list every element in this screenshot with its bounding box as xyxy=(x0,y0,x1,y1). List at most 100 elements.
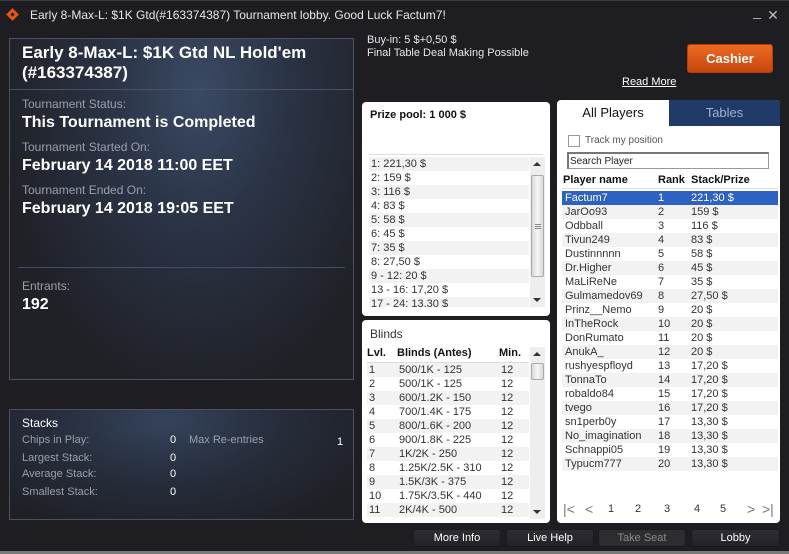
prize-scrollbar[interactable] xyxy=(530,157,545,307)
stack-prize-header[interactable]: Stack/Prize xyxy=(691,174,750,186)
scroll-down-icon[interactable] xyxy=(533,510,541,514)
player-row[interactable]: tvego 16 17,20 $ xyxy=(562,401,778,415)
player-prize: 116 $ xyxy=(691,220,718,232)
blind-blinds: 700/1.4K - 175 xyxy=(399,406,472,418)
player-row[interactable]: Tivun249 4 83 $ xyxy=(562,233,778,247)
blind-minutes: 12 xyxy=(501,392,514,404)
track-position-checkbox[interactable] xyxy=(568,135,580,147)
blind-blinds: 1.25K/2.5K - 310 xyxy=(399,462,482,474)
next-page-button[interactable]: > xyxy=(747,501,755,517)
player-row[interactable]: Schnappi05 19 13,30 $ xyxy=(562,443,778,457)
player-row[interactable]: InTheRock 10 20 $ xyxy=(562,317,778,331)
more-info-button[interactable]: More Info xyxy=(413,529,501,547)
stacks-panel: Stacks Chips in Play: 0 Largest Stack: 0… xyxy=(9,409,354,520)
player-row[interactable]: No_imagination 18 13,30 $ xyxy=(562,429,778,443)
tab-all-players[interactable]: All Players xyxy=(557,100,669,126)
blind-minutes: 12 xyxy=(501,462,514,474)
player-rank: 17 xyxy=(658,416,671,428)
prev-page-button[interactable]: < xyxy=(585,501,593,517)
live-help-button[interactable]: Live Help xyxy=(506,529,594,547)
started-value: February 14 2018 11:00 EET xyxy=(22,157,233,174)
cashier-button[interactable]: Cashier xyxy=(687,44,773,73)
player-row[interactable]: Dr.Higher 6 45 $ xyxy=(562,261,778,275)
player-row[interactable]: robaldo84 15 17,20 $ xyxy=(562,387,778,401)
scroll-thumb[interactable] xyxy=(531,175,544,277)
blind-minutes: 12 xyxy=(501,434,514,446)
search-player-input[interactable] xyxy=(567,152,769,169)
player-row[interactable]: rushyespfloyd 13 17,20 $ xyxy=(562,359,778,373)
blind-level-row: 11 2K/4K - 500 12 xyxy=(367,503,529,517)
last-page-button[interactable]: >| xyxy=(762,501,774,517)
tournament-name: Early 8-Max-L: $1K Gtd NL Hold'em (#1633… xyxy=(10,39,353,90)
divider xyxy=(18,267,345,268)
player-row[interactable]: Dustinnnnn 5 58 $ xyxy=(562,247,778,261)
scroll-up-icon[interactable] xyxy=(533,352,541,356)
deal-text: Final Table Deal Making Possible xyxy=(367,47,529,59)
page-1-button[interactable]: 1 xyxy=(608,503,614,515)
page-4-button[interactable]: 4 xyxy=(694,503,700,515)
player-prize: 17,20 $ xyxy=(691,402,728,414)
player-row[interactable]: MaLiReNe 7 35 $ xyxy=(562,275,778,289)
blind-level-row: 9 1.5K/3K - 375 12 xyxy=(367,475,529,489)
read-more-link[interactable]: Read More xyxy=(622,76,676,88)
tab-tables[interactable]: Tables xyxy=(669,100,780,126)
player-prize: 17,20 $ xyxy=(691,388,728,400)
player-name: Typucm777 xyxy=(565,458,622,470)
scroll-down-icon[interactable] xyxy=(533,298,541,302)
blind-blinds: 2K/4K - 500 xyxy=(399,504,458,516)
first-page-button[interactable]: |< xyxy=(563,501,575,517)
blinds-header[interactable]: Blinds (Antes) xyxy=(397,347,472,359)
player-name-header[interactable]: Player name xyxy=(563,174,628,186)
blind-minutes: 12 xyxy=(501,364,514,376)
player-row[interactable]: Odbball 3 116 $ xyxy=(562,219,778,233)
minutes-header[interactable]: Min. xyxy=(499,347,521,359)
lobby-button[interactable]: Lobby xyxy=(691,529,780,547)
prize-item: 6: 45 $ xyxy=(371,228,405,240)
prize-item: 5: 58 $ xyxy=(369,213,529,227)
track-position-label: Track my position xyxy=(585,135,663,146)
player-name: InTheRock xyxy=(565,318,619,330)
player-rank: 18 xyxy=(658,430,671,442)
blind-minutes: 12 xyxy=(501,448,514,460)
close-button[interactable]: ✕ xyxy=(765,7,781,24)
player-prize: 20 $ xyxy=(691,332,713,344)
minimize-button[interactable]: _ xyxy=(749,3,765,19)
player-row[interactable]: sn1perb0y 17 13,30 $ xyxy=(562,415,778,429)
prize-item: 3: 116 $ xyxy=(369,185,529,199)
blind-level-row: 10 1.75K/3.5K - 440 12 xyxy=(367,489,529,503)
player-row[interactable]: Gulmamedov69 8 27,50 $ xyxy=(562,289,778,303)
player-rank: 15 xyxy=(658,388,671,400)
scroll-thumb[interactable] xyxy=(531,363,544,380)
page-2-button[interactable]: 2 xyxy=(635,503,641,515)
page-3-button[interactable]: 3 xyxy=(664,503,670,515)
player-name: DonRumato xyxy=(565,332,624,344)
scroll-up-icon[interactable] xyxy=(533,162,541,166)
player-prize: 13,30 $ xyxy=(691,444,728,456)
player-row[interactable]: Prinz__Nemo 9 20 $ xyxy=(562,303,778,317)
player-rank: 14 xyxy=(658,374,671,386)
take-seat-button[interactable]: Take Seat xyxy=(598,529,686,547)
player-row[interactable]: Factum7 1 221,30 $ xyxy=(562,191,778,205)
level-header[interactable]: Lvl. xyxy=(367,347,386,359)
blind-level: 10 xyxy=(369,490,382,502)
prize-item: 7: 35 $ xyxy=(369,241,529,255)
blind-level-row: 2 500/1K - 125 12 xyxy=(367,377,529,391)
player-row[interactable]: TonnaTo 14 17,20 $ xyxy=(562,373,778,387)
player-rank: 19 xyxy=(658,444,671,456)
player-name: Prinz__Nemo xyxy=(565,304,632,316)
entrants-block: Entrants: 192 xyxy=(22,275,70,316)
player-row[interactable]: AnukA_ 12 20 $ xyxy=(562,345,778,359)
player-row[interactable]: JarOo93 2 159 $ xyxy=(562,205,778,219)
blinds-scrollbar[interactable] xyxy=(530,347,545,519)
rank-header[interactable]: Rank xyxy=(658,174,685,186)
prize-pool-panel: Prize pool: 1 000 $ 1: 221,30 $2: 159 $3… xyxy=(362,102,550,316)
player-row[interactable]: Typucm777 20 13,30 $ xyxy=(562,457,778,471)
page-5-button[interactable]: 5 xyxy=(720,503,726,515)
player-prize: 17,20 $ xyxy=(691,360,728,372)
stacks-title: Stacks xyxy=(22,416,59,430)
player-name: robaldo84 xyxy=(565,388,614,400)
largest-stack-label: Largest Stack: xyxy=(22,452,93,464)
player-rank: 2 xyxy=(658,206,665,218)
player-row[interactable]: DonRumato 11 20 $ xyxy=(562,331,778,345)
player-rank: 12 xyxy=(658,346,671,358)
